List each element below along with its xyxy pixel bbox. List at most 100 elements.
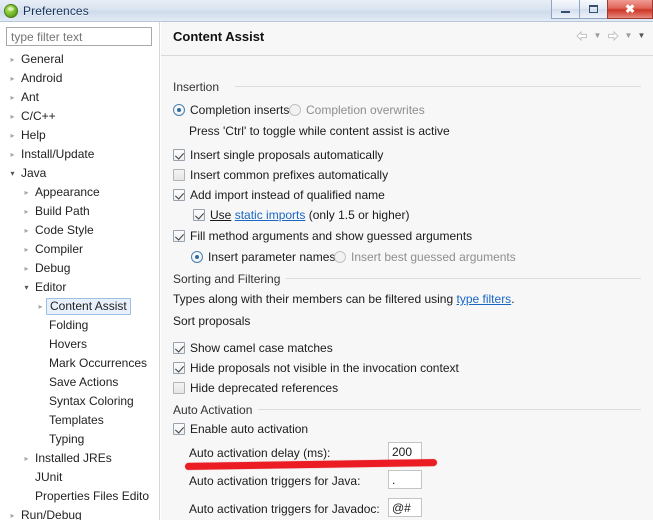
insert-parameter-names-radio[interactable] [191,251,203,263]
insert-single-proposals-row[interactable]: Insert single proposals automatically [173,148,383,162]
dialog-body: General Android Ant C/C++ Help Install/Update… [0,22,653,520]
tree-collapsed-arrow-icon[interactable] [20,189,33,197]
sidebar-item-label: Typing [49,432,85,446]
tree-collapsed-arrow-icon[interactable] [20,208,33,216]
sidebar-item-debug[interactable]: Debug [0,259,159,278]
sidebar-item-save-actions[interactable]: Save Actions [0,373,159,392]
completion-overwrites-radio-row[interactable]: Completion overwrites [289,103,425,117]
sidebar-item-label: C/C++ [21,109,56,123]
javadoc-triggers-input[interactable] [388,498,422,517]
add-import-row[interactable]: Add import instead of qualified name [173,188,385,202]
tree-collapsed-arrow-icon[interactable] [6,75,19,83]
minimize-button[interactable] [551,0,580,19]
preferences-dialog: Preferences ✖ General Android Ant C/C++ Help… [0,0,653,520]
use-static-imports-prefix: Use [210,208,232,222]
sidebar-item-code-style[interactable]: Code Style [0,221,159,240]
sidebar-item-label: Templates [49,413,104,427]
sidebar-item-editor[interactable]: Editor [0,278,159,297]
sidebar-item-help[interactable]: Help [0,126,159,145]
sidebar-item-mark-occurrences[interactable]: Mark Occurrences [0,354,159,373]
show-camel-case-row[interactable]: Show camel case matches [173,341,333,355]
enable-auto-activation-checkbox[interactable] [173,423,185,435]
insert-common-prefixes-row[interactable]: Insert common prefixes automatically [173,168,388,182]
hide-not-visible-row[interactable]: Hide proposals not visible in the invoca… [173,361,459,375]
sidebar-item-compiler[interactable]: Compiler [0,240,159,259]
sidebar-item-java[interactable]: Java [0,164,159,183]
tree-expanded-arrow-icon[interactable] [6,170,19,178]
auto-activation-delay-input[interactable] [388,442,422,461]
sidebar-item-appearance[interactable]: Appearance [0,183,159,202]
tree-collapsed-arrow-icon[interactable] [6,132,19,140]
tree-collapsed-arrow-icon[interactable] [20,246,33,254]
completion-overwrites-radio[interactable] [289,104,301,116]
java-triggers-input[interactable] [388,470,422,489]
type-filters-link[interactable]: type filters [457,292,512,306]
sidebar-item-templates[interactable]: Templates [0,411,159,430]
java-triggers-label: Auto activation triggers for Java: [189,474,361,488]
tree-collapsed-arrow-icon[interactable] [6,56,19,64]
use-static-imports-suffix: (only 1.5 or higher) [308,208,410,222]
insert-best-guessed-radio[interactable] [334,251,346,263]
tree-collapsed-arrow-icon[interactable] [6,113,19,121]
hide-deprecated-label: Hide deprecated references [190,381,339,395]
hide-not-visible-checkbox[interactable] [173,362,185,374]
back-arrow-icon[interactable] [574,28,590,44]
tree-collapsed-arrow-icon[interactable] [20,455,33,463]
hide-not-visible-label: Hide proposals not visible in the invoca… [190,361,459,375]
static-imports-link[interactable]: static imports [235,208,306,222]
tree-expanded-arrow-icon[interactable] [20,284,33,292]
maximize-button[interactable] [579,0,608,19]
insert-single-proposals-checkbox[interactable] [173,149,185,161]
sidebar-item-label: Mark Occurrences [49,356,148,370]
close-button[interactable]: ✖ [607,0,653,19]
completion-inserts-radio-row[interactable]: Completion inserts [173,103,289,117]
sidebar-item-hovers[interactable]: Hovers [0,335,159,354]
hide-deprecated-checkbox[interactable] [173,382,185,394]
preferences-tree[interactable]: General Android Ant C/C++ Help Install/Update… [0,50,159,520]
sidebar-item-installed-jres[interactable]: Installed JREs [0,449,159,468]
sidebar-item-run-debug[interactable]: Run/Debug [0,506,159,520]
fill-method-arguments-row[interactable]: Fill method arguments and show guessed a… [173,229,472,243]
sidebar-item-properties-files-edito[interactable]: Properties Files Edito [0,487,159,506]
insert-best-guessed-row[interactable]: Insert best guessed arguments [334,250,516,264]
sidebar-item-build-path[interactable]: Build Path [0,202,159,221]
tree-collapsed-arrow-icon[interactable] [6,512,19,520]
add-import-label: Add import instead of qualified name [190,188,385,202]
tree-collapsed-arrow-icon[interactable] [6,151,19,159]
show-camel-case-checkbox[interactable] [173,342,185,354]
insert-parameter-names-label: Insert parameter names [208,250,336,264]
sidebar-item-typing[interactable]: Typing [0,430,159,449]
insertion-group-rule [235,86,641,87]
sidebar-item-label: General [21,52,64,66]
tree-collapsed-arrow-icon[interactable] [6,94,19,102]
sidebar-item-ant[interactable]: Ant [0,88,159,107]
tree-collapsed-arrow-icon[interactable] [20,265,33,273]
insert-parameter-names-row[interactable]: Insert parameter names [191,250,335,264]
use-static-imports-checkbox[interactable] [193,209,205,221]
sidebar-item-junit[interactable]: JUnit [0,468,159,487]
fill-method-arguments-checkbox[interactable] [173,230,185,242]
sidebar-item-install-update[interactable]: Install/Update [0,145,159,164]
tree-collapsed-arrow-icon[interactable] [20,227,33,235]
completion-inserts-radio[interactable] [173,104,185,116]
sidebar-item-folding[interactable]: Folding [0,316,159,335]
insert-common-prefixes-label: Insert common prefixes automatically [190,168,389,182]
sidebar-item-label: Hovers [49,337,88,351]
completion-inserts-label: Completion inserts [190,103,290,117]
forward-arrow-icon[interactable] [605,28,621,44]
insert-single-proposals-label: Insert single proposals automatically [190,148,384,162]
sidebar-item-general[interactable]: General [0,50,159,69]
filter-input[interactable] [6,27,152,46]
sidebar-item-content-assist[interactable]: Content Assist [0,297,159,316]
forward-history-chevron-down-icon[interactable]: ▼ [623,28,634,44]
sidebar-item-android[interactable]: Android [0,69,159,88]
enable-auto-activation-row[interactable]: Enable auto activation [173,422,308,436]
back-history-chevron-down-icon[interactable]: ▼ [592,28,603,44]
use-static-imports-row[interactable]: Use static imports (only 1.5 or higher) [193,208,409,222]
hide-deprecated-row[interactable]: Hide deprecated references [173,381,338,395]
view-menu-chevron-down-icon[interactable]: ▼ [636,28,647,44]
sidebar-item-syntax-coloring[interactable]: Syntax Coloring [0,392,159,411]
add-import-checkbox[interactable] [173,189,185,201]
insert-common-prefixes-checkbox[interactable] [173,169,185,181]
sidebar-item-c-c[interactable]: C/C++ [0,107,159,126]
